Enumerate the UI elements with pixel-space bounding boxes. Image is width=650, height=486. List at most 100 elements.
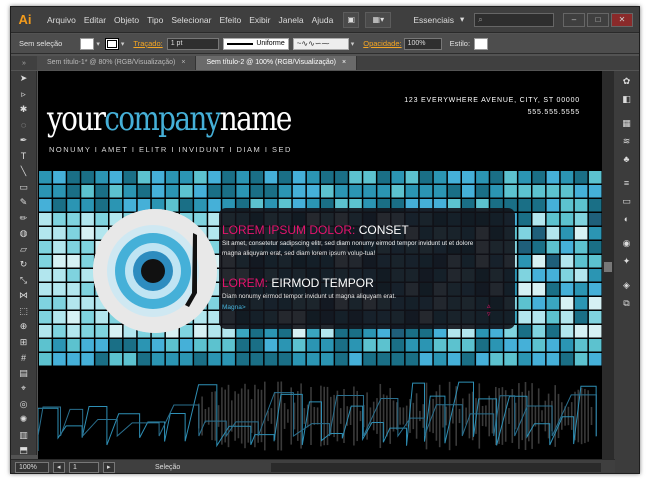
magic-wand-icon[interactable]: ✱ <box>11 102 36 118</box>
artboards-icon[interactable]: ⧉ <box>614 295 639 311</box>
pencil-icon[interactable]: ✏ <box>11 211 36 227</box>
next-artboard-icon[interactable]: ▸ <box>103 462 115 473</box>
mosaic-tile <box>123 339 137 352</box>
waveform-bar <box>323 386 325 446</box>
stroke-weight-field[interactable]: 1 pt <box>166 37 219 50</box>
brush-definition[interactable]: ~∿∿∽⁓ <box>292 37 349 50</box>
mosaic-tile <box>39 227 52 240</box>
stroke-link[interactable]: Traçado: <box>133 39 162 48</box>
rectangle-icon[interactable]: ▭ <box>11 180 36 196</box>
close-tab-icon[interactable]: × <box>181 59 185 66</box>
type-icon[interactable]: T <box>11 149 36 165</box>
search-input[interactable]: ⌕ <box>474 12 555 27</box>
mosaic-tile <box>165 353 179 366</box>
transparency-icon[interactable]: ◐ <box>614 211 639 227</box>
panel-expand-icon[interactable]: » <box>11 60 37 67</box>
status-mode[interactable]: Seleção <box>155 464 180 471</box>
swatches-icon[interactable]: ▦ <box>614 115 639 131</box>
graphic-style-swatch[interactable] <box>474 37 489 50</box>
brush-dropdown-icon[interactable]: ▾ <box>351 40 355 48</box>
scale-icon[interactable]: ⤡ <box>11 273 36 289</box>
artboard-field[interactable]: 1 <box>69 462 99 473</box>
mosaic-tile <box>560 269 574 282</box>
vertical-scrollbar[interactable] <box>602 71 614 459</box>
brushes-icon[interactable]: ≋ <box>614 133 639 149</box>
mesh-icon[interactable]: # <box>11 350 36 366</box>
eyedropper-icon[interactable]: ⌖ <box>11 381 36 397</box>
mosaic-tile <box>208 339 221 352</box>
variable-width-profile[interactable]: Uniforme <box>222 37 289 50</box>
mosaic-tile <box>250 339 264 352</box>
gradient-icon[interactable]: ▭ <box>614 193 639 209</box>
mosaic-tile <box>476 339 489 352</box>
menu-selecionar[interactable]: Selecionar <box>167 15 215 25</box>
bridge-button[interactable]: ▣ <box>343 11 360 28</box>
blob-brush-icon[interactable]: ◍ <box>11 226 36 242</box>
menu-editar[interactable]: Editar <box>80 15 110 25</box>
mosaic-tile <box>306 185 320 198</box>
menu-tipo[interactable]: Tipo <box>143 15 167 25</box>
maximize-button[interactable]: □ <box>587 12 609 27</box>
stroke-icon[interactable]: ≡ <box>614 175 639 191</box>
rotate-icon[interactable]: ↻ <box>11 257 36 273</box>
color-guide-icon[interactable]: ✿ <box>614 73 639 89</box>
tab-document-1[interactable]: Sem título-1* @ 80% (RGB/Visualização) × <box>37 56 197 70</box>
blend-icon[interactable]: ◎ <box>11 397 36 413</box>
close-tab-icon[interactable]: × <box>342 59 346 66</box>
fill-swatch[interactable] <box>80 37 95 50</box>
horizontal-scrollbar[interactable] <box>271 463 601 472</box>
first-artboard-icon[interactable]: ◂ <box>53 462 65 473</box>
artboard-canvas[interactable]: yourcompanyname NONUMY I AMET I ELITR I … <box>38 71 602 459</box>
artboard-icon[interactable]: ⬒ <box>11 443 36 459</box>
mosaic-tile <box>574 283 588 296</box>
opacity-field[interactable]: 100% <box>403 37 442 50</box>
eraser-icon[interactable]: ▱ <box>11 242 36 258</box>
graph-icon[interactable]: ▥ <box>11 428 36 444</box>
shape-builder-icon[interactable]: ⊕ <box>11 319 36 335</box>
status-bar: 100% ◂ 1 ▸ Seleção <box>11 459 615 473</box>
tab-document-2[interactable]: Sem título-2 @ 100% (RGB/Visualização) × <box>196 56 358 70</box>
line-icon[interactable]: ╲ <box>11 164 36 180</box>
menu-arquivo[interactable]: Arquivo <box>43 15 80 25</box>
arrange-documents-button[interactable]: ▦▾ <box>365 11 392 28</box>
graphic-styles-icon[interactable]: ✦ <box>614 253 639 269</box>
menu-ajuda[interactable]: Ajuda <box>308 15 338 25</box>
waveform-bar <box>488 395 490 437</box>
mosaic-tile <box>335 353 348 366</box>
scroll-thumb[interactable] <box>604 262 612 272</box>
stroke-dropdown-icon[interactable]: ▾ <box>121 40 125 48</box>
symbols-icon[interactable]: ♣ <box>614 151 639 167</box>
lasso-icon[interactable]: ◌ <box>11 118 36 134</box>
direct-selection-icon[interactable]: ▹ <box>11 87 36 103</box>
mosaic-tile <box>53 297 66 310</box>
minimize-button[interactable]: – <box>563 12 585 27</box>
mosaic-tile <box>532 353 546 366</box>
menu-efeito[interactable]: Efeito <box>216 15 246 25</box>
color-icon[interactable]: ◧ <box>614 91 639 107</box>
paintbrush-icon[interactable]: ✎ <box>11 195 36 211</box>
selection-icon[interactable]: ➤ <box>11 71 36 87</box>
perspective-icon[interactable]: ⊞ <box>11 335 36 351</box>
pen-icon[interactable]: ✒ <box>11 133 36 149</box>
gradient-icon[interactable]: ▤ <box>11 366 36 382</box>
layers-icon[interactable]: ◈ <box>614 277 639 293</box>
mosaic-tile <box>194 353 207 366</box>
width-icon[interactable]: ⋈ <box>11 288 36 304</box>
free-transform-icon[interactable]: ⬚ <box>11 304 36 320</box>
opacity-link[interactable]: Opacidade: <box>363 39 401 48</box>
zoom-field[interactable]: 100% <box>15 462 49 473</box>
menu-janela[interactable]: Janela <box>275 15 308 25</box>
menu-exibir[interactable]: Exibir <box>245 15 274 25</box>
mosaic-tile <box>588 311 602 324</box>
stroke-swatch[interactable] <box>104 37 119 50</box>
close-button[interactable]: ✕ <box>611 12 633 27</box>
waveform-bar <box>478 383 481 449</box>
mosaic-tile <box>518 241 531 254</box>
symbol-sprayer-icon[interactable]: ✺ <box>11 412 36 428</box>
waveform-bar <box>511 389 514 443</box>
workspace-switcher[interactable]: Essenciais ▾ <box>413 14 464 25</box>
appearance-icon[interactable]: ◉ <box>614 235 639 251</box>
fill-dropdown-icon[interactable]: ▾ <box>96 40 100 48</box>
selection-status: Sem seleção <box>19 39 63 48</box>
menu-objeto[interactable]: Objeto <box>110 15 143 25</box>
